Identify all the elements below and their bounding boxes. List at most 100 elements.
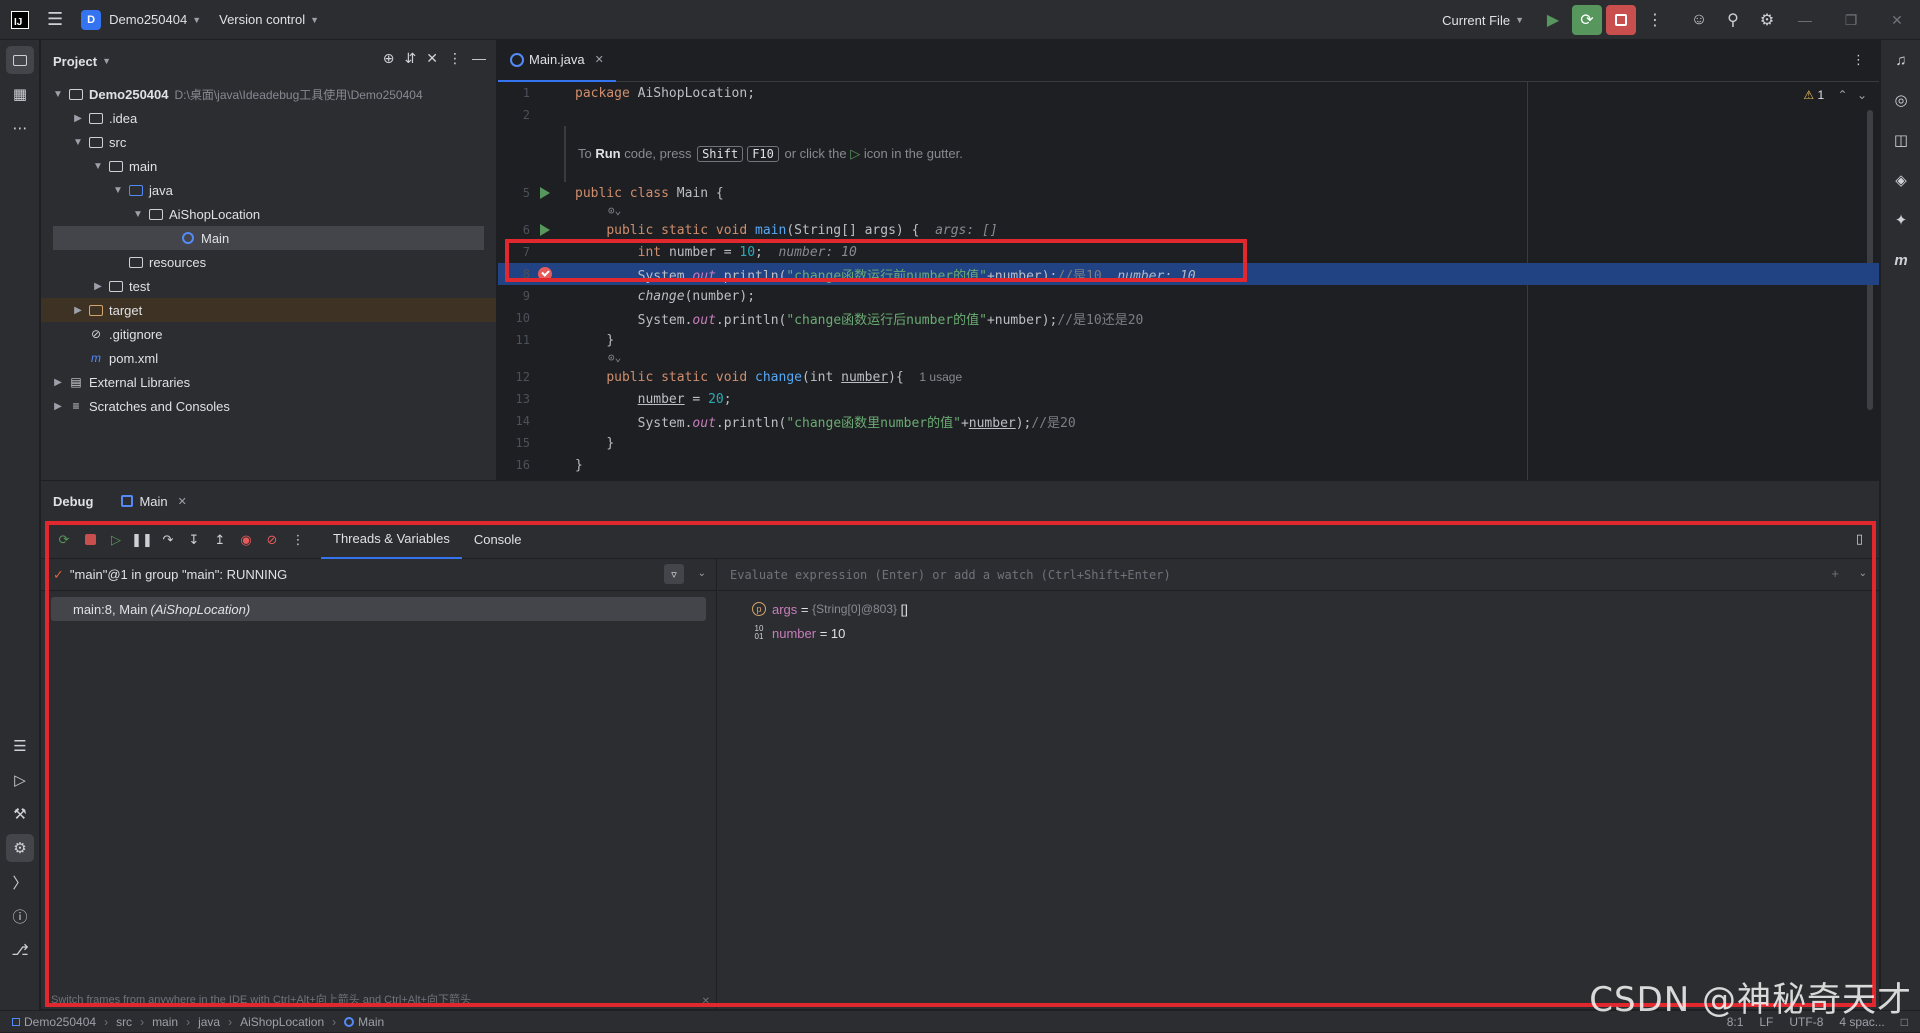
layers-icon[interactable]: ☰ (6, 732, 34, 760)
intellij-logo-icon[interactable]: IJ (11, 10, 29, 29)
breadcrumb-item[interactable]: main (152, 1015, 178, 1029)
java-class-icon (180, 232, 196, 245)
tip-text: icon in the gutter. (860, 146, 963, 161)
watermark: CSDN @神秘奇天才 (1589, 980, 1912, 1020)
tree-item-pom[interactable]: m pom.xml (41, 346, 496, 370)
code-token: } (606, 332, 615, 348)
tab-options-icon[interactable]: ⋮ (1852, 52, 1865, 68)
code-token: out (692, 312, 716, 328)
breadcrumb-item[interactable]: java (198, 1015, 220, 1029)
tree-root[interactable]: ▼ Demo250404 D:\桌面\java\Ideadebug工具使用\De… (41, 82, 496, 106)
tab-main-java[interactable]: Main.java ✕ (498, 40, 616, 82)
code-token: package (575, 85, 630, 101)
expand-all-icon[interactable]: ⇵ (405, 50, 417, 67)
usage-hint[interactable]: 1 usage (919, 370, 962, 384)
stop-button[interactable] (1606, 5, 1636, 35)
database-icon[interactable]: ◫ (1887, 126, 1915, 154)
chevron-down-icon: ▼ (1515, 15, 1524, 25)
tree-item-label: AiShopLocation (169, 206, 261, 222)
settings-gear-icon[interactable]: ⚙ (1752, 5, 1782, 35)
code-line: 6 public static void main(String[] args)… (498, 219, 1879, 241)
rerun-debug-button[interactable]: ⟳ (1572, 5, 1602, 35)
tree-item-package[interactable]: ▼ AiShopLocation (41, 202, 496, 226)
terminal-icon[interactable]: 〉 (6, 868, 34, 896)
tree-item-target[interactable]: ▶ target (41, 298, 496, 322)
chevron-down-icon: ▼ (53, 88, 63, 100)
tree-item-java[interactable]: ▼ java (41, 178, 496, 202)
code-token: ; (723, 391, 732, 407)
python-icon[interactable]: ◈ (1887, 166, 1915, 194)
tree-item-idea[interactable]: ▶ .idea (41, 106, 496, 130)
main-menu-button[interactable]: ☰ (47, 9, 63, 30)
tree-item-test[interactable]: ▶ test (41, 274, 496, 298)
breadcrumb-item[interactable]: AiShopLocation (240, 1015, 324, 1029)
services-icon[interactable]: ▷ (6, 766, 34, 794)
close-tab-icon[interactable]: ✕ (178, 495, 187, 508)
excluded-folder-icon (88, 304, 104, 317)
search-icon[interactable]: ⚲ (1718, 5, 1748, 35)
code-token: Main { (676, 185, 724, 201)
more-tools-icon[interactable]: ⋯ (6, 114, 34, 142)
line-number: 2 (522, 108, 530, 122)
code-token: //是20 (1031, 415, 1076, 431)
project-folder-icon[interactable] (6, 46, 34, 74)
module-folder-icon (68, 88, 84, 101)
restore-button[interactable]: ❐ (1828, 0, 1874, 40)
tree-item-gitignore[interactable]: ⊘ .gitignore (41, 322, 496, 346)
code-line: 5 public class Main { (498, 182, 1879, 204)
breadcrumb-item[interactable]: Demo250404 (24, 1015, 96, 1029)
git-branch-icon[interactable]: ⎇ (6, 936, 34, 964)
vcs-selector[interactable]: Version control ▼ (219, 12, 319, 27)
chevron-right-icon: ▶ (74, 112, 82, 124)
collapse-all-icon[interactable]: ✕ (426, 50, 438, 67)
code-token: public static void (606, 222, 756, 238)
module-icon (12, 1017, 20, 1026)
breadcrumb-item[interactable]: src (116, 1015, 132, 1029)
code-token: 20 (708, 391, 724, 407)
tree-item-label: .gitignore (109, 326, 163, 342)
line-number: 5 (522, 186, 530, 200)
code-token: + (960, 415, 969, 431)
options-icon[interactable]: ⋮ (448, 50, 462, 67)
hide-panel-icon[interactable]: — (472, 50, 486, 67)
more-actions-icon[interactable]: ⋮ (1640, 5, 1670, 35)
run-gutter-icon[interactable] (540, 224, 550, 236)
maven-icon[interactable]: m (1887, 246, 1915, 274)
code-token: = (684, 391, 709, 407)
shortcut-key: F10 (747, 146, 779, 162)
run-icon: ▷ (850, 146, 861, 161)
run-gutter-icon[interactable] (540, 187, 550, 199)
build-hammer-icon[interactable]: ⚒ (6, 800, 34, 828)
locate-icon[interactable]: ⊕ (383, 50, 395, 67)
add-user-icon[interactable]: ☺ (1684, 5, 1714, 35)
line-number: 14 (515, 414, 530, 428)
minimize-button[interactable]: — (1782, 0, 1828, 40)
tree-item-src[interactable]: ▼ src (41, 130, 496, 154)
tree-item-main[interactable]: ▼ main (41, 154, 496, 178)
breadcrumb-item[interactable]: Main (358, 1015, 384, 1029)
author-hint-icon[interactable]: ⊙⌄ (560, 351, 621, 364)
notifications-bell-icon[interactable]: ♫ (1887, 46, 1915, 74)
debug-session-tab[interactable]: Main ✕ (121, 494, 187, 509)
tree-item-main-class[interactable]: Main (53, 226, 484, 250)
project-selector[interactable]: D Demo250404 ▼ (81, 9, 201, 30)
problems-icon[interactable]: ⓘ (6, 902, 34, 930)
close-tab-icon[interactable]: ✕ (595, 53, 604, 66)
tree-item-label: resources (149, 254, 207, 270)
ai-assistant-icon[interactable]: ◎ (1887, 86, 1915, 114)
code-line: 11 } (498, 329, 1879, 351)
tip-text: To (578, 146, 596, 161)
structure-icon[interactable]: ▦ (6, 80, 34, 108)
plugin-icon[interactable]: ✦ (1887, 206, 1915, 234)
run-button[interactable]: ▶ (1538, 5, 1568, 35)
close-window-button[interactable]: ✕ (1874, 0, 1920, 40)
run-config-selector[interactable]: Current File ▼ (1442, 13, 1524, 28)
chevron-down-icon: ▼ (310, 14, 320, 25)
author-hint-icon[interactable]: ⊙⌄ (560, 204, 621, 217)
tree-item-external-libraries[interactable]: ▶ ▤ External Libraries (41, 370, 496, 394)
tree-item-label: java (149, 182, 173, 198)
tree-item-scratches[interactable]: ▶ ≡ Scratches and Consoles (41, 394, 496, 418)
debug-bug-icon[interactable]: ⚙ (6, 834, 34, 862)
tree-item-resources[interactable]: resources (41, 250, 496, 274)
tip-text: Run (595, 146, 621, 161)
